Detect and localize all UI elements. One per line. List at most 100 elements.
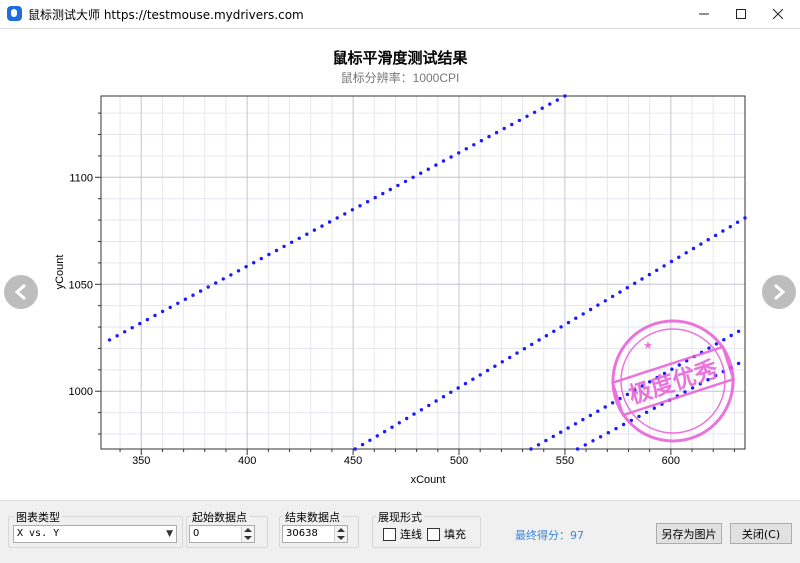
- app-mouse-icon: [7, 6, 22, 21]
- chart-type-select[interactable]: X vs. Y ▼: [13, 525, 177, 543]
- window-title: 鼠标测试大师 https://testmouse.mydrivers.com: [28, 8, 304, 22]
- data-point: [221, 277, 225, 281]
- data-point: [596, 409, 600, 413]
- start-point-value: 0: [193, 528, 200, 539]
- data-point: [644, 410, 649, 414]
- start-point-input[interactable]: 0: [189, 525, 255, 543]
- data-point: [419, 171, 423, 175]
- data-point: [566, 426, 570, 430]
- chevron-right-icon: [774, 283, 786, 301]
- data-point: [411, 175, 415, 179]
- x-tick-label: 350: [132, 455, 150, 467]
- data-point: [532, 110, 537, 115]
- data-point: [191, 293, 195, 297]
- data-point: [107, 338, 112, 342]
- x-axis-label: xCount: [411, 474, 446, 486]
- end-point-label: 结束数据点: [283, 509, 342, 525]
- data-point: [537, 338, 541, 342]
- line-checkbox[interactable]: 连线: [383, 526, 422, 542]
- maximize-icon: [736, 9, 746, 19]
- data-point: [588, 307, 593, 312]
- data-point: [381, 191, 385, 196]
- data-point: [358, 204, 362, 208]
- data-point: [353, 447, 357, 451]
- data-point: [736, 329, 741, 333]
- end-point-stepper[interactable]: [334, 526, 347, 542]
- next-chart-button[interactable]: [762, 275, 796, 309]
- data-point: [548, 102, 552, 106]
- data-point: [479, 139, 484, 143]
- chart-subtitle: 鼠标分辨率：1000CPI: [341, 70, 460, 85]
- data-point: [573, 422, 578, 426]
- fill-checkbox[interactable]: 填充: [427, 526, 466, 542]
- minimize-button[interactable]: [687, 0, 721, 28]
- data-point: [434, 399, 438, 403]
- data-point: [183, 297, 188, 301]
- data-point: [633, 281, 637, 285]
- data-point: [365, 200, 370, 204]
- data-point: [297, 236, 301, 240]
- data-point: [559, 325, 563, 329]
- data-point: [388, 187, 392, 192]
- stamp-star-icon: ★: [643, 340, 653, 352]
- data-point: [478, 373, 482, 377]
- data-point: [515, 351, 519, 355]
- data-point: [153, 313, 157, 318]
- data-point: [412, 412, 416, 416]
- data-point: [375, 434, 379, 438]
- data-point: [555, 98, 559, 102]
- data-point: [677, 255, 681, 259]
- minimize-icon: [699, 13, 709, 15]
- x-tick-label: 450: [344, 455, 362, 467]
- maximize-button[interactable]: [724, 0, 758, 28]
- data-point: [728, 225, 732, 229]
- save-image-button[interactable]: 另存为图片: [656, 523, 722, 544]
- data-point: [707, 346, 711, 350]
- end-point-input[interactable]: 30638: [282, 525, 348, 543]
- data-point: [360, 442, 365, 447]
- y-tick-label: 1050: [69, 279, 93, 291]
- display-label: 展现形式: [376, 509, 424, 525]
- data-point: [669, 259, 674, 264]
- start-point-stepper[interactable]: [241, 526, 254, 542]
- data-point: [640, 277, 644, 281]
- close-button[interactable]: 关闭(C): [730, 523, 792, 544]
- data-point: [472, 143, 476, 147]
- data-point: [743, 216, 747, 220]
- data-point: [115, 334, 119, 338]
- data-point: [603, 405, 607, 409]
- excellent-stamp: ★ 极度优秀: [611, 319, 735, 443]
- data-point: [382, 429, 387, 434]
- close-window-button[interactable]: [761, 0, 795, 28]
- data-point: [529, 447, 533, 451]
- data-point: [735, 220, 740, 224]
- prev-chart-button[interactable]: [4, 275, 38, 309]
- data-point: [343, 212, 347, 216]
- data-point: [699, 242, 703, 246]
- data-point: [244, 265, 248, 269]
- y-tick-label: 1000: [69, 386, 93, 398]
- data-point: [471, 377, 475, 381]
- data-point: [525, 114, 529, 119]
- data-point: [588, 413, 593, 418]
- data-point: [614, 426, 618, 431]
- data-point: [123, 330, 127, 334]
- spin-up-icon: [337, 528, 345, 532]
- axis-ticks: 350 400 450 500 550 600 1000 1050 1100: [69, 112, 735, 467]
- data-point: [236, 269, 241, 273]
- spin-down-icon: [244, 536, 252, 540]
- x-tick-label: 600: [662, 455, 680, 467]
- data-point: [274, 248, 279, 253]
- data-point: [610, 401, 615, 405]
- data-point: [647, 272, 652, 277]
- data-point: [441, 395, 446, 399]
- data-point: [606, 431, 610, 435]
- data-point: [464, 147, 468, 151]
- data-point: [603, 299, 607, 303]
- data-point: [320, 224, 324, 228]
- data-point: [706, 238, 710, 242]
- data-point: [583, 443, 587, 447]
- data-point: [544, 334, 549, 338]
- data-point: [552, 329, 556, 333]
- data-point: [267, 252, 271, 257]
